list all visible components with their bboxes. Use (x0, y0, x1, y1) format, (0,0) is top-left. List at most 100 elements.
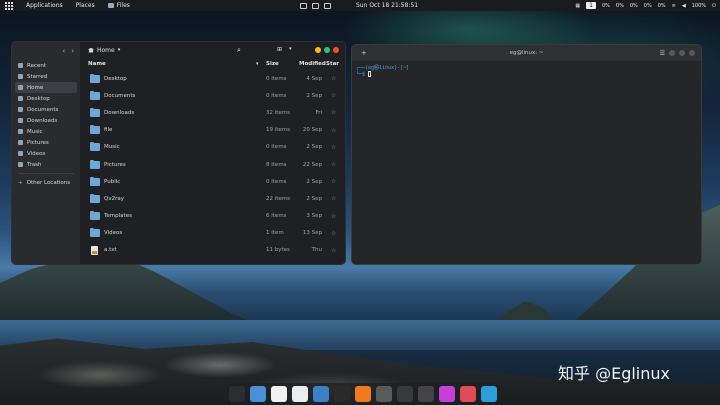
finder-icon[interactable] (249, 386, 266, 402)
terminal-icon[interactable] (333, 386, 350, 402)
back-icon[interactable]: ‹ (62, 47, 65, 55)
file-row[interactable]: file 19 items 20 Sep ☆ (80, 122, 345, 139)
file-row[interactable]: Music 0 items 2 Sep ☆ (80, 139, 345, 156)
audio-icon[interactable] (375, 386, 392, 402)
app-icon[interactable] (459, 386, 476, 402)
activity-icon[interactable] (228, 386, 245, 402)
places-menu[interactable]: Places (76, 2, 95, 9)
wifi-icon[interactable]: ≋ (672, 3, 676, 9)
star-icon[interactable]: ☆ (331, 230, 336, 237)
column-size[interactable]: Size (266, 61, 279, 67)
sidebar-item-home[interactable]: Home (15, 82, 77, 93)
maximize-icon[interactable] (324, 47, 330, 53)
screen-icon[interactable] (300, 2, 307, 9)
editor-icon[interactable] (291, 386, 308, 402)
file-row[interactable]: Templates 6 items 3 Sep ☆ (80, 208, 345, 225)
disk-indicator[interactable]: 0% (630, 3, 638, 9)
updates-icon[interactable]: ▦ (575, 3, 580, 9)
folder-icon (90, 193, 100, 203)
dock (225, 383, 500, 405)
file-row[interactable]: Documents 0 items 2 Sep ☆ (80, 87, 345, 104)
star-icon[interactable]: ☆ (331, 161, 336, 168)
text-file-icon (91, 245, 98, 255)
file-list-pane: Home ▾ ⌕ ⊞ ▾ Name ▾ Size Modified Star D… (80, 42, 345, 264)
star-icon[interactable]: ☆ (331, 247, 336, 254)
view-grid-icon[interactable]: ⊞ (277, 46, 282, 53)
sidebar-item-trash[interactable]: Trash (12, 159, 80, 170)
star-icon[interactable]: ☆ (331, 92, 336, 99)
menu-icon[interactable]: ☰ (660, 50, 665, 57)
applications-menu[interactable]: Applications (26, 2, 63, 9)
app-grid-icon[interactable] (5, 1, 13, 10)
file-row[interactable]: Qv2ray 22 items 2 Sep ☆ (80, 190, 345, 207)
vm-icon[interactable] (480, 386, 497, 402)
star-icon (18, 74, 23, 79)
sort-arrow-icon[interactable]: ▾ (256, 61, 259, 67)
sidebar-item-recent[interactable]: Recent (12, 60, 80, 71)
file-row[interactable]: Downloads 32 items Fri ☆ (80, 104, 345, 121)
trash-icon (18, 162, 23, 167)
file-modified: 20 Sep (302, 127, 322, 134)
clock[interactable]: Sun Oct 18 21:58:51 (356, 2, 418, 9)
file-size: 0 items (266, 92, 287, 99)
column-name[interactable]: Name (88, 61, 106, 67)
window-icon[interactable] (312, 2, 319, 9)
sidebar-item-pictures[interactable]: Pictures (12, 137, 80, 148)
file-row[interactable]: Videos 1 item 13 Sep ☆ (80, 225, 345, 242)
sidebar-item-starred[interactable]: Starred (12, 71, 80, 82)
close-icon[interactable] (689, 50, 695, 56)
folder-icon (90, 228, 100, 238)
vscode-icon[interactable] (312, 386, 329, 402)
star-icon[interactable]: ☆ (331, 213, 336, 220)
paint-icon[interactable] (438, 386, 455, 402)
sidebar-item-other-locations[interactable]: + Other Locations (12, 177, 80, 188)
file-modified: 2 Sep (306, 195, 322, 202)
files-menu[interactable]: Files (107, 2, 130, 9)
sidebar-item-desktop[interactable]: Desktop (12, 93, 80, 104)
view-menu-icon[interactable]: ▾ (289, 46, 292, 52)
file-modified: 13 Sep (302, 230, 322, 237)
forward-icon[interactable]: › (71, 47, 74, 55)
sidebar-item-documents[interactable]: Documents (12, 104, 80, 115)
star-icon[interactable]: ☆ (331, 109, 336, 116)
cpu-indicator[interactable]: 0% (602, 3, 610, 9)
battery-indicator[interactable]: 100% (692, 3, 706, 9)
minimize-icon[interactable] (315, 47, 321, 53)
location-label[interactable]: Home (97, 47, 115, 54)
terminal-body[interactable]: ┌──(eg㉿linux)-[~] └─$ (352, 61, 701, 264)
file-row[interactable]: Public 0 items 2 Sep ☆ (80, 173, 345, 190)
sidebar-item-downloads[interactable]: Downloads (12, 115, 80, 126)
chrome-icon[interactable] (270, 386, 287, 402)
close-icon[interactable] (333, 47, 339, 53)
star-icon[interactable]: ☆ (331, 178, 336, 185)
desktop-icon (18, 96, 23, 101)
temp-indicator[interactable]: 0% (658, 3, 666, 9)
star-icon[interactable]: ☆ (331, 75, 336, 82)
column-modified[interactable]: Modified (299, 61, 326, 67)
terminal-header: + eg@linux: ~ ☰ (352, 45, 701, 61)
minimize-icon[interactable] (669, 50, 675, 56)
file-modified: Thu (311, 247, 322, 254)
file-row[interactable]: Pictures 8 items 22 Sep ☆ (80, 156, 345, 173)
volume-icon[interactable]: ◀ (682, 3, 686, 9)
net-indicator[interactable]: 0% (644, 3, 652, 9)
file-row[interactable]: Desktop 0 items 4 Sep ☆ (80, 70, 345, 87)
firefox-icon[interactable] (354, 386, 371, 402)
star-icon[interactable]: ☆ (331, 144, 336, 151)
sidebar-item-videos[interactable]: Videos (12, 148, 80, 159)
maximize-icon[interactable] (679, 50, 685, 56)
network-icon[interactable] (396, 386, 413, 402)
star-icon[interactable]: ☆ (331, 127, 336, 134)
gear-icon[interactable] (324, 2, 331, 9)
folder-icon (90, 211, 100, 221)
chevron-down-icon[interactable]: ▾ (118, 47, 121, 53)
sidebar-item-music[interactable]: Music (12, 126, 80, 137)
search-icon[interactable]: ⌕ (237, 46, 241, 55)
column-star[interactable]: Star (326, 61, 339, 67)
power-icon[interactable]: ⏻ (712, 3, 716, 9)
workspace-indicator[interactable]: 1 (586, 2, 596, 9)
mem-indicator[interactable]: 0% (616, 3, 624, 9)
file-row[interactable]: a.txt 11 bytes Thu ☆ (80, 242, 345, 259)
star-icon[interactable]: ☆ (331, 195, 336, 202)
shell-icon[interactable] (417, 386, 434, 402)
